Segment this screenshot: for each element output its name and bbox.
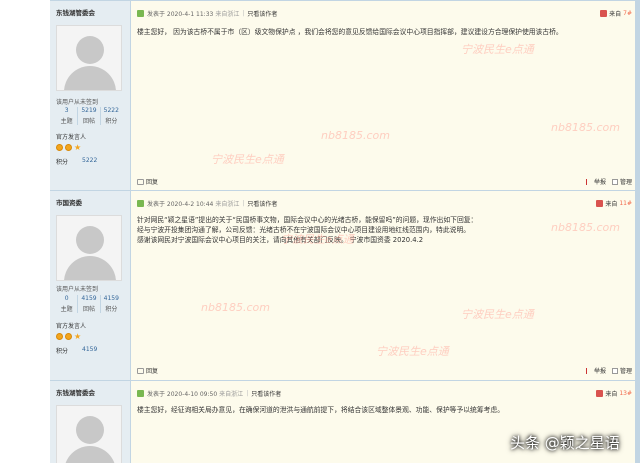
toutiao-watermark: 头条 @颖之星语 — [510, 434, 620, 452]
watermark: 宁波民生e点通 — [376, 345, 449, 358]
author-name[interactable]: 东钱湖管委会 — [56, 7, 95, 17]
report-button[interactable]: 举报 — [585, 366, 606, 375]
manage-checkbox[interactable]: 管理 — [611, 177, 632, 186]
post-actions: 回复 举报 管理 — [137, 366, 632, 375]
medal-icon — [56, 144, 63, 151]
checkbox-icon — [611, 178, 618, 185]
star-icon: ★ — [74, 143, 82, 152]
watermark: nb8185.com — [551, 221, 620, 234]
floor-number[interactable]: 来自 7# — [600, 9, 632, 18]
online-status-icon — [137, 200, 144, 207]
watermark: 宁波民生e点通 — [281, 233, 354, 246]
points-line: 积分 5222 — [56, 157, 98, 166]
author-sidebar: 市国资委 该用户从未签到 0 主题 4159 回帖 4159 积分 官方发言人 ★ 积… — [50, 191, 131, 380]
scrollbar[interactable] — [635, 0, 640, 463]
medals: ★ — [56, 143, 82, 152]
post-location: 来自浙江 — [219, 391, 244, 398]
post-meta: 发表于 2020-4-2 10:44 来自浙江 | 只看该作者 — [137, 199, 277, 208]
post-content: 针对网民“颖之星语”提出的关于“民国桥事文物，国际会议中心的光绪古桥，能保留吗”… — [137, 216, 478, 244]
watermark: nb8185.com — [551, 121, 620, 134]
online-status-icon — [137, 390, 144, 397]
watermark: 宁波民生e点通 — [211, 153, 284, 166]
stat-threads[interactable]: 3 主题 — [56, 107, 79, 125]
stat-threads[interactable]: 0 主题 — [56, 295, 79, 313]
floor-icon — [596, 390, 604, 397]
author-name[interactable]: 市国资委 — [56, 197, 82, 207]
author-sidebar: 东钱湖管委会 该用户从未签到 3 主题 5219 回帖 5222 积分 官方发言人 ★… — [50, 1, 131, 190]
avatar[interactable] — [56, 215, 122, 281]
medal-icon — [65, 144, 72, 151]
star-icon: ★ — [74, 332, 82, 341]
post-body: 发表于 2020-4-2 10:44 来自浙江 | 只看该作者 来自 11# 针对… — [131, 191, 640, 380]
stat-replies[interactable]: 5219 回帖 — [78, 107, 101, 125]
floor-number[interactable]: 来自 13# — [596, 389, 632, 398]
floor-icon — [596, 200, 604, 207]
post-time: 发表于 2020-4-1 11:33 — [147, 11, 214, 18]
author-sidebar: 东钱湖管委会 — [50, 381, 131, 463]
user-rank[interactable]: 官方发言人 — [56, 132, 86, 141]
watermark: 宁波民生e点通 — [461, 43, 534, 56]
reply-icon — [137, 367, 144, 374]
reply-icon — [137, 178, 144, 185]
floor-number[interactable]: 来自 11# — [596, 199, 632, 208]
flag-icon — [585, 367, 592, 374]
post-7: 东钱湖管委会 该用户从未签到 3 主题 5219 回帖 5222 积分 官方发言人 ★… — [50, 0, 640, 190]
medal-icon — [65, 333, 72, 340]
manage-checkbox[interactable]: 管理 — [611, 366, 632, 375]
post-body: 发表于 2020-4-1 11:33 来自浙江 | 只看该作者 来自 7# 楼主您… — [131, 1, 640, 190]
stat-points[interactable]: 4159 积分 — [101, 295, 122, 313]
post-time: 发表于 2020-4-2 10:44 — [147, 201, 214, 208]
only-author-link[interactable]: 只看该作者 — [247, 9, 277, 18]
report-button[interactable]: 举报 — [585, 177, 606, 186]
points-line: 积分 4159 — [56, 346, 98, 355]
post-actions: 回复 举报 管理 — [137, 177, 632, 186]
post-meta: 发表于 2020-4-10 09:50 来自浙江 | 只看该作者 — [137, 389, 281, 398]
only-author-link[interactable]: 只看该作者 — [251, 389, 281, 398]
author-stats: 3 主题 5219 回帖 5222 积分 — [56, 107, 122, 125]
avatar[interactable] — [56, 405, 122, 463]
watermark: nb8185.com — [321, 129, 390, 142]
post-location: 来自浙江 — [215, 201, 240, 208]
post-11: 市国资委 该用户从未签到 0 主题 4159 回帖 4159 积分 官方发言人 ★ 积… — [50, 190, 640, 380]
flag-icon — [585, 178, 592, 185]
checkbox-icon — [611, 367, 618, 374]
post-time: 发表于 2020-4-10 09:50 — [147, 391, 218, 398]
watermark: nb8185.com — [201, 301, 270, 314]
medals: ★ — [56, 332, 82, 341]
online-status-icon — [137, 10, 144, 17]
post-content: 楼主您好，经征询相关局办意见，在确保河道的泄洪与通航前提下，将结合该区域整体景观… — [137, 406, 505, 414]
stat-points[interactable]: 5222 积分 — [101, 107, 122, 125]
reply-button[interactable]: 回复 — [137, 177, 158, 186]
author-name[interactable]: 东钱湖管委会 — [56, 387, 95, 397]
stat-replies[interactable]: 4159 回帖 — [78, 295, 101, 313]
user-rank[interactable]: 官方发言人 — [56, 321, 86, 330]
medal-icon — [56, 333, 63, 340]
signin-status: 该用户从未签到 — [56, 99, 99, 106]
avatar[interactable] — [56, 25, 122, 91]
post-content: 楼主您好， 因为该古桥不属于市（区）级文物保护点 ，我们会将您的意见反馈给国际会… — [137, 28, 563, 36]
watermark: 宁波民生e点通 — [461, 308, 534, 321]
post-meta: 发表于 2020-4-1 11:33 来自浙江 | 只看该作者 — [137, 9, 277, 18]
author-stats: 0 主题 4159 回帖 4159 积分 — [56, 295, 122, 313]
signin-status: 该用户从未签到 — [56, 286, 99, 293]
floor-icon — [600, 10, 608, 17]
only-author-link[interactable]: 只看该作者 — [247, 199, 277, 208]
reply-button[interactable]: 回复 — [137, 366, 158, 375]
post-location: 来自浙江 — [215, 11, 240, 18]
